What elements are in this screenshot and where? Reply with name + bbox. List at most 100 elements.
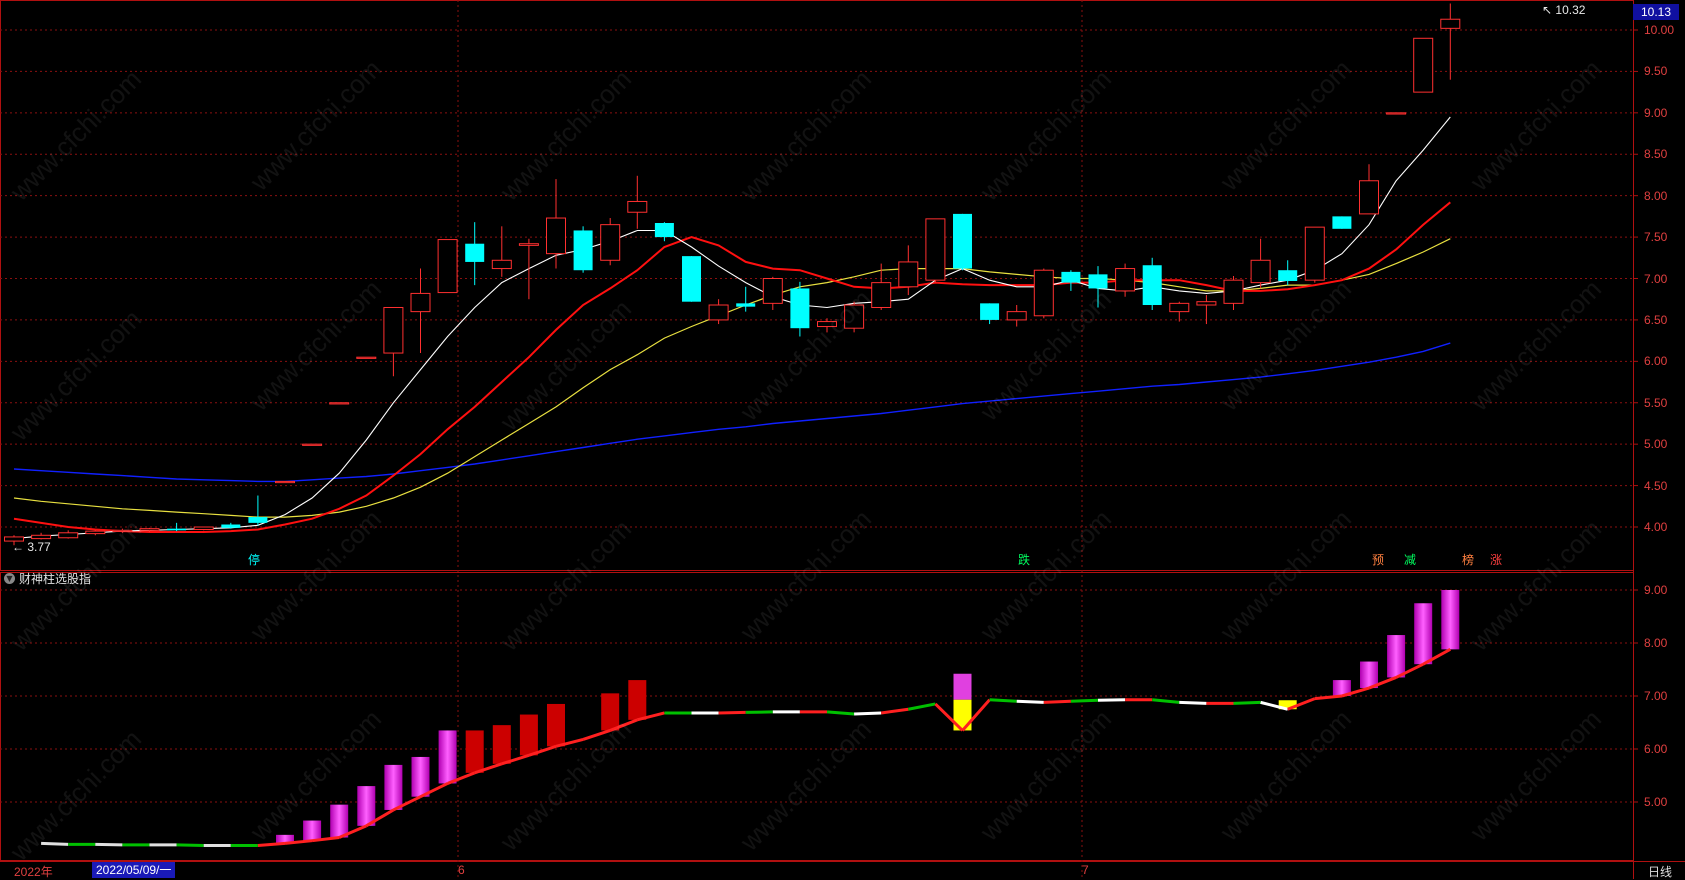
candle-body-up: [600, 224, 621, 261]
ma10-line: [13, 201, 1451, 533]
indicator-baseline: [41, 841, 69, 846]
indicator-baseline: [582, 729, 611, 741]
indicator-name: 财神柱选股指: [19, 572, 92, 586]
indicator-baseline: [176, 843, 204, 847]
price-tick-label: 6.50: [1644, 312, 1668, 327]
candle-body-up: [925, 218, 946, 281]
candle-body-up: [437, 239, 458, 294]
signal-marker: 榜: [1462, 553, 1475, 567]
indicator-title[interactable]: ▼ 财神柱选股指: [4, 570, 91, 587]
indicator-bar-red: [519, 714, 538, 756]
indicator-baseline: [826, 710, 855, 716]
candle-body-up: [518, 243, 539, 246]
selected-date[interactable]: 2022/05/09/一: [92, 862, 176, 878]
signal-marker: 停: [248, 553, 261, 567]
indicator-bar-magenta: [411, 756, 430, 797]
candle-body-up: [817, 321, 837, 328]
indicator-bar-magenta: [330, 804, 349, 838]
candle-body-up: [898, 261, 919, 288]
price-tick-label: 9.00: [1644, 105, 1668, 120]
indicator-baseline: [1043, 699, 1071, 704]
signal-marker: 跌: [1018, 553, 1031, 567]
candle-body-down: [167, 528, 187, 531]
price-tick-label: 6.00: [1644, 354, 1668, 369]
candle-body-up: [356, 356, 377, 359]
current-price-tag: 10.13: [1633, 4, 1679, 20]
candle-body-down: [1332, 216, 1352, 229]
indicator-tick-label: 9.00: [1644, 583, 1668, 597]
candle-body-up: [58, 532, 79, 539]
candle-body-up: [383, 306, 404, 354]
price-tick-label: 7.00: [1644, 271, 1668, 286]
candle-body-up: [112, 529, 133, 533]
month-label-7: 7: [1082, 863, 1089, 877]
candle-body-down: [1278, 270, 1298, 281]
indicator-baseline: [1016, 699, 1044, 704]
indicator-bar-red: [547, 703, 565, 747]
high-price-label: ↖ 10.32: [1542, 3, 1586, 17]
indicator-bar-magenta: [1414, 603, 1433, 665]
period-label[interactable]: 日线: [1648, 863, 1672, 880]
candle-body-up: [1413, 37, 1434, 93]
ma60-line: [13, 342, 1451, 483]
ma5-line: [13, 116, 1451, 540]
candle-body-down: [682, 256, 701, 302]
indicator-baseline: [745, 710, 773, 714]
candle-body-down: [465, 243, 485, 262]
month-label-6: 6: [458, 863, 465, 877]
candle-body-up: [491, 259, 512, 270]
indicator-baseline: [1070, 698, 1099, 703]
indicator-bar-magenta: [1387, 635, 1406, 678]
indicator-baseline: [908, 702, 936, 711]
price-tick-label: 5.50: [1644, 395, 1668, 410]
indicator-baseline: [1152, 698, 1180, 704]
indicator-tick-label: 7.00: [1644, 689, 1668, 703]
candle-body-up: [708, 304, 729, 321]
candle-body-down: [1142, 265, 1162, 306]
candle-body-up: [85, 530, 106, 535]
indicator-bar-red: [465, 730, 484, 773]
chevron-down-icon[interactable]: ▼: [4, 573, 15, 584]
price-tick-label: 9.50: [1644, 64, 1668, 79]
indicator-baseline: [95, 842, 123, 847]
candle-body-up: [1223, 279, 1244, 304]
indicator-baseline: [854, 711, 882, 716]
price-tick-label: 4.50: [1644, 478, 1668, 493]
candle-body-down: [953, 213, 972, 269]
candlestick-chart[interactable]: [0, 0, 1685, 879]
candle-body-up: [871, 282, 892, 308]
candle-body-up: [546, 217, 566, 255]
indicator-bar-magenta: [438, 730, 457, 784]
time-axis: [0, 862, 1685, 879]
indicator-baseline: [1233, 700, 1261, 705]
price-tick-label: 10.00: [1644, 23, 1675, 37]
price-tick-label: 8.50: [1644, 147, 1668, 162]
signal-marker: 减: [1404, 553, 1417, 567]
candle-body-down: [1088, 274, 1108, 289]
main-frame: [0, 0, 1634, 571]
candle-body-up: [1440, 18, 1461, 29]
year-label: 2022年: [14, 865, 53, 879]
candle-body-up: [627, 200, 648, 213]
candle-body-down: [573, 230, 593, 271]
indicator-baseline: [718, 710, 746, 715]
indicator-bar-red: [628, 680, 647, 720]
candle-body-down: [790, 288, 810, 329]
indicator-tick-label: 8.00: [1644, 636, 1668, 650]
candle-body-up: [1006, 311, 1027, 321]
indicator-bar-magenta: [303, 820, 322, 841]
indicator-bar-magenta: [1441, 590, 1460, 650]
low-price-label: ← 3.77: [12, 540, 51, 554]
stock-chart-window: ↖ 10.32 ← 3.77 10.13 10.00 9.50 9.00 8.50 8.…: [0, 0, 1685, 879]
indicator-bar-red: [492, 725, 511, 764]
candle-body-down: [248, 517, 268, 523]
indicator-baseline: [1097, 698, 1126, 702]
price-tick-label: 5.00: [1644, 437, 1668, 452]
indicator-baseline: [880, 707, 909, 715]
candle-body-up: [275, 480, 295, 484]
candle-body-up: [762, 278, 783, 304]
price-tick-label: 4.00: [1644, 520, 1668, 534]
indicator-tick-label: 6.00: [1644, 742, 1668, 756]
indicator-bar-red: [601, 693, 620, 731]
candle-body-up: [1359, 180, 1379, 215]
